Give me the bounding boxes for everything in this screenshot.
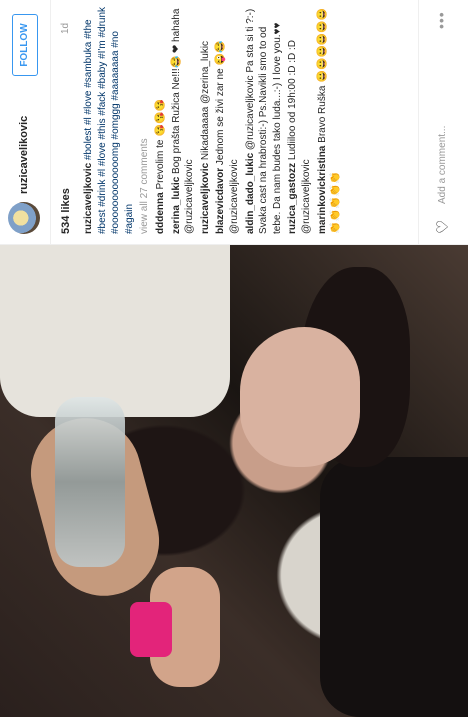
username-link[interactable]: ruzicavelikovic <box>18 116 30 194</box>
comment-username[interactable]: ruzica_gastozz <box>287 163 298 234</box>
list-item: ruzicaveljkovic Nikadaaaaa @zerina_lukic <box>199 4 213 234</box>
list-item: dddenna Prevolim te 😘😘😘 <box>154 4 168 234</box>
instagram-post: ruzicavelikovic FOLLOW 534 likes 1d ruzi… <box>0 0 468 717</box>
comment-text: Prevolim te 😘😘😘 <box>154 99 166 190</box>
comment-username[interactable]: marinkovickristina <box>317 146 328 234</box>
view-all-comments[interactable]: view all 27 comments <box>138 4 152 234</box>
comment-username[interactable]: dddenna <box>155 192 166 234</box>
photo-region-bottle <box>55 397 125 567</box>
view-all-comments-label[interactable]: view all 27 comments <box>139 138 150 234</box>
post-info-panel: ruzicavelikovic FOLLOW 534 likes 1d ruzi… <box>0 0 468 245</box>
more-options-icon[interactable]: ••• <box>433 11 449 29</box>
post-actions-bar: ♡ Add a comment... ••• <box>418 0 468 244</box>
photo-region-shirt <box>0 245 230 417</box>
post-photo[interactable] <box>0 245 468 717</box>
heart-icon[interactable]: ♡ <box>435 216 453 234</box>
comment-username[interactable]: zerina_lukic <box>171 177 182 234</box>
comment-text: Nikadaaaaa @zerina_lukic <box>199 40 211 161</box>
photo-region-dress <box>320 457 468 717</box>
list-item: ruzica_gastozz Ludiiloo od 19h:00 :D :D … <box>286 4 313 234</box>
post-time: 1d <box>60 22 71 34</box>
comments-list: ruzicaveljkovic #bolest #l #love #sambuk… <box>82 4 382 234</box>
comment-username[interactable]: ruzicaveljkovic <box>83 163 94 234</box>
photo-region-face <box>240 327 360 467</box>
photo-region-wristband <box>130 602 172 657</box>
comment-username[interactable]: ruzicaveljkovic <box>200 163 211 234</box>
post-header: ruzicavelikovic FOLLOW <box>0 0 51 244</box>
list-item: blazevicdavor Jednom se živi zar ne 😜😂 @… <box>214 4 241 234</box>
add-comment-input[interactable]: Add a comment... <box>437 126 448 204</box>
list-item: marinkovickristina Bravo Ruška 😀😀😀😀😀😀 👏👏… <box>316 4 343 234</box>
likes-count[interactable]: 534 likes <box>60 188 72 234</box>
list-item: zerina_lukic Bog prašta Ružica Ne!!!😂 ❤ … <box>170 4 197 234</box>
comment-caption: ruzicaveljkovic #bolest #l #love #sambuk… <box>82 4 136 234</box>
comment-username[interactable]: aldin_dado_lukic <box>245 153 256 234</box>
follow-button[interactable]: FOLLOW <box>12 14 38 76</box>
avatar[interactable] <box>8 202 40 234</box>
list-item: aldin_dado_lukic @ruzicaveljkovic Pa sta… <box>244 4 285 234</box>
comment-username[interactable]: blazevicdavor <box>215 168 226 234</box>
